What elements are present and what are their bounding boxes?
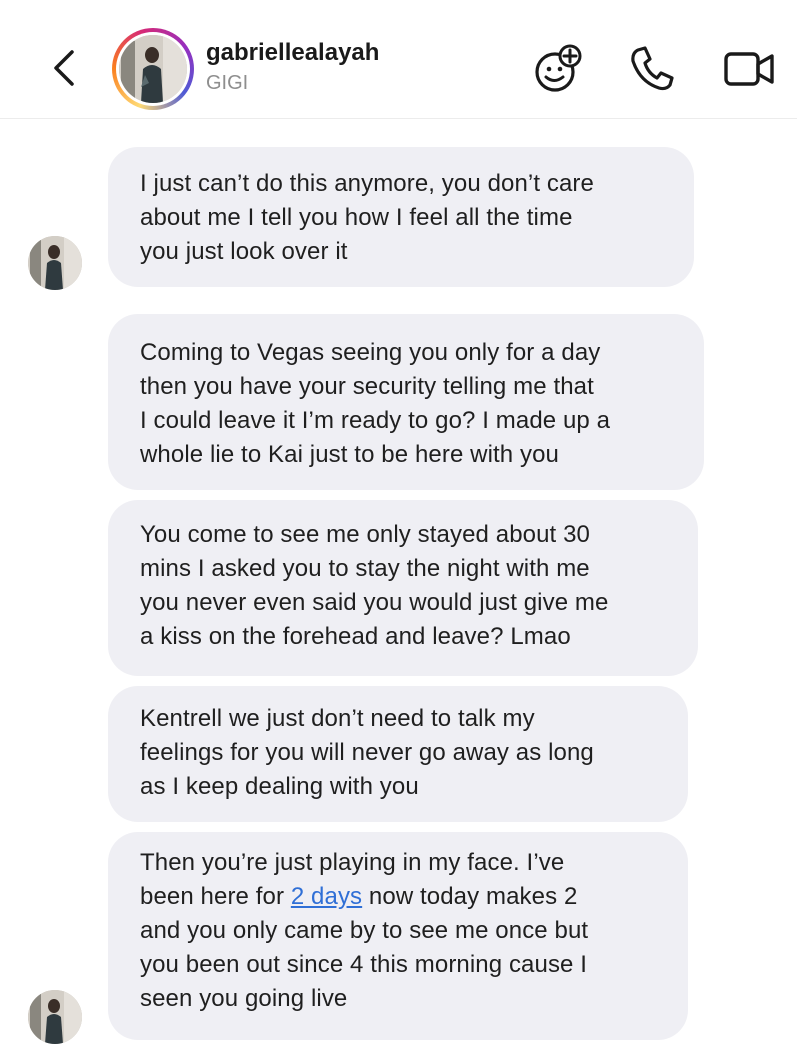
message-line: Coming to Vegas seeing you only for a da… <box>140 339 601 366</box>
message-line: you never even said you would just give … <box>140 589 609 616</box>
chat-title[interactable]: gabriellealayah GIGI <box>206 38 379 96</box>
message-line: mins I asked you to stay the night with … <box>140 555 590 582</box>
add-effect-button[interactable] <box>532 42 584 101</box>
message-line: Then you’re just playing in my face. I’v… <box>140 849 565 876</box>
profile-avatar[interactable] <box>112 28 194 110</box>
username: gabriellealayah <box>206 39 380 66</box>
message-line: feelings for you will never go away as l… <box>140 739 594 766</box>
message-line: about me I tell you how I feel all the t… <box>140 204 573 231</box>
message-line: you been out since 4 this morning cause … <box>140 951 588 978</box>
message-text: been here for <box>140 883 291 910</box>
message-line: I could leave it I’m ready to go? I made… <box>140 407 611 434</box>
chevron-left-icon <box>54 50 74 86</box>
chat-header: gabriellealayah GIGI <box>0 0 797 119</box>
message-line: Kentrell we just don’t need to talk my <box>140 705 535 732</box>
message-bubble[interactable]: I just can’t do this anymore, you don’t … <box>108 147 694 287</box>
message-line: You come to see me only stayed about 30 <box>140 521 590 548</box>
phone-icon <box>631 46 674 91</box>
display-name: GIGI <box>206 72 249 94</box>
message-bubble[interactable]: Then you’re just playing in my face. I’v… <box>108 832 688 1040</box>
message-line: been here for 2 days now today makes 2 <box>140 880 656 914</box>
video-call-button[interactable] <box>722 42 778 99</box>
sender-avatar[interactable] <box>28 990 82 1044</box>
audio-call-button[interactable] <box>628 42 676 99</box>
message-line: seen you going live <box>140 985 348 1012</box>
message-text: now today makes 2 <box>362 883 578 910</box>
avatar-photo <box>119 35 187 103</box>
add-effect-icon <box>535 44 582 92</box>
date-link[interactable]: 2 days <box>291 883 362 910</box>
video-icon <box>724 52 774 86</box>
message-line: then you have your security telling me t… <box>140 373 594 400</box>
message-bubble[interactable]: Kentrell we just don’t need to talk my f… <box>108 686 688 822</box>
message-bubble[interactable]: Coming to Vegas seeing you only for a da… <box>108 314 704 490</box>
message-line: and you only came by to see me once but <box>140 917 589 944</box>
message-line: a kiss on the forehead and leave? Lmao <box>140 623 571 650</box>
message-line: you just look over it <box>140 238 348 265</box>
sender-avatar[interactable] <box>28 236 82 290</box>
message-line: I just can’t do this anymore, you don’t … <box>140 170 594 197</box>
message-bubble[interactable]: You come to see me only stayed about 30 … <box>108 500 698 676</box>
back-button[interactable] <box>46 46 80 90</box>
message-line: as I keep dealing with you <box>140 773 419 800</box>
message-line: whole lie to Kai just to be here with yo… <box>140 441 560 468</box>
